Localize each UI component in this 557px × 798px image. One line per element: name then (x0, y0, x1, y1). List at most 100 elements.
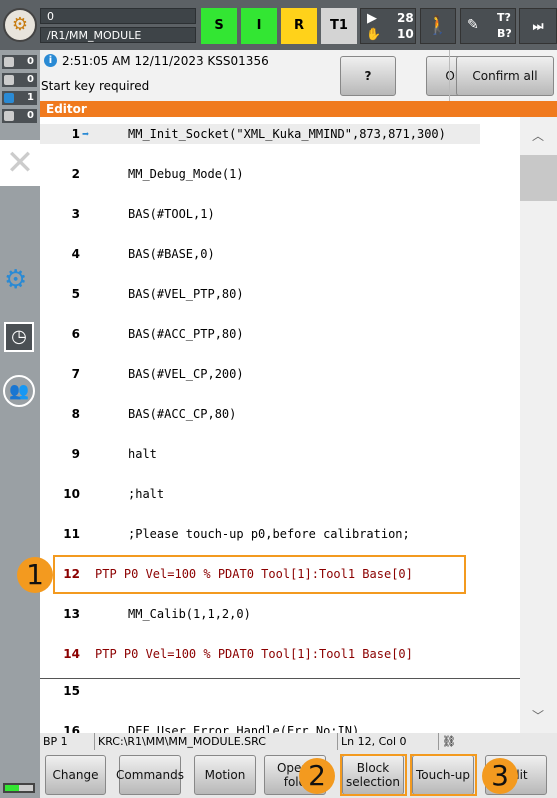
tool-value: T? (497, 11, 511, 24)
info-icon: i (44, 54, 57, 67)
code-line[interactable]: 9 halt (40, 444, 520, 464)
code-editor[interactable]: 1 ➡ MM_Init_Socket("XML_Kuka_MMIND",873,87… (40, 117, 520, 733)
code-line[interactable]: 13 MM_Calib(1,1,2,0) (40, 604, 520, 624)
gear-icon[interactable]: ⚙ (4, 265, 27, 295)
wait-icon (4, 111, 14, 121)
editor-title: Editor (40, 101, 557, 117)
divider (449, 50, 450, 101)
program-override: 28 (397, 11, 414, 25)
line-code: BAS(#VEL_PTP,80) (128, 287, 244, 301)
code-line[interactable]: 2 MM_Debug_Mode(1) (40, 164, 520, 184)
tool-base-button[interactable]: ✎ T? B? (460, 8, 516, 44)
annotation-marker-2: 2 (299, 758, 335, 794)
line-number: 1 (71, 127, 80, 141)
line-number: 9 (71, 447, 80, 461)
jog-hand-icon: ✋ (366, 27, 381, 41)
walking-person-icon[interactable]: 🚶 (420, 8, 456, 44)
code-line[interactable]: 3 BAS(#TOOL,1) (40, 204, 520, 224)
counter-warning[interactable]: 0 (2, 73, 37, 87)
line-number: 2 (71, 167, 80, 181)
fold-divider (40, 678, 520, 679)
robot-interpreter-status[interactable]: R (281, 8, 317, 44)
code-line[interactable]: 1 ➡ MM_Init_Socket("XML_Kuka_MMIND",873,87… (40, 124, 520, 144)
counter-ack[interactable]: 0 (2, 55, 37, 69)
line-code: MM_Init_Socket("XML_Kuka_MMIND",873,871,… (128, 127, 446, 141)
line-code: halt (128, 447, 157, 461)
link-icon: ⛓ (442, 735, 456, 748)
code-line[interactable]: 15 (40, 681, 520, 701)
line-code: BAS(#BASE,0) (128, 247, 215, 261)
line-number: 7 (71, 367, 80, 381)
code-line[interactable]: 14 PTP P0 Vel=100 % PDAT0 Tool[1]:Tool1 B… (40, 644, 520, 664)
code-line[interactable]: 7 BAS(#VEL_CP,200) (40, 364, 520, 384)
ack-icon (4, 57, 14, 67)
line-code: ;halt (128, 487, 165, 501)
drives-status[interactable]: I (241, 8, 277, 44)
override-button[interactable]: ▶ 28 ✋ 10 (360, 8, 416, 44)
line-code: MM_Calib(1,1,2,0) (128, 607, 251, 621)
line-number: 5 (71, 287, 80, 301)
clock-icon[interactable]: ◷ (4, 322, 34, 352)
code-line[interactable]: 6 BAS(#ACC_PTP,80) (40, 324, 520, 344)
confirm-all-button[interactable]: Confirm all (456, 56, 554, 96)
annotation-marker-3: 3 (482, 758, 518, 794)
line-number: 4 (71, 247, 80, 261)
file-path: KRC:\R1\MM\MM_MODULE.SRC (95, 733, 338, 750)
line-number: 3 (71, 207, 80, 221)
code-line[interactable]: 10 ;halt (40, 484, 520, 504)
line-code: BAS(#ACC_PTP,80) (128, 327, 244, 341)
robot-logo-icon[interactable]: ⚙ (3, 8, 37, 42)
jog-override: 10 (397, 27, 414, 41)
line-code: MM_Debug_Mode(1) (128, 167, 244, 181)
commands-button[interactable]: Commands (116, 755, 184, 795)
breakpoint: BP 1 (40, 733, 95, 750)
close-icon[interactable]: ✕ (0, 140, 40, 186)
code-line[interactable]: 16 DEF User_Error_Handle(Err_No:IN) (40, 721, 520, 733)
line-number: 10 (63, 487, 80, 501)
users-icon[interactable]: 👥 (3, 375, 35, 407)
line-number: 11 (63, 527, 80, 541)
counter-wait[interactable]: 0 (2, 109, 37, 123)
line-number: 8 (71, 407, 80, 421)
line-number: 13 (63, 607, 80, 621)
jog-mode-icon[interactable]: ⏭ (519, 8, 557, 44)
warning-icon (4, 75, 14, 85)
scroll-up-icon[interactable]: ︿ (532, 127, 544, 144)
info-icon (4, 93, 14, 103)
line-number: 6 (71, 327, 80, 341)
top-bar: ⚙ 0 /R1/MM_MODULE S I R T1 ▶ 28 ✋ 10 🚶 ✎… (0, 0, 557, 50)
code-line[interactable]: 5 BAS(#VEL_PTP,80) (40, 284, 520, 304)
program-pointer-arrow-icon: ➡ (82, 127, 90, 141)
change-button[interactable]: Change (45, 755, 106, 795)
left-sidebar: 0 0 1 0 ✕ ⚙ ◷ 👥 (0, 50, 40, 798)
help-button[interactable]: ? (340, 56, 396, 96)
program-pointer: 0 (40, 8, 196, 24)
battery-icon (3, 783, 35, 793)
play-icon: ▶ (367, 11, 377, 26)
counter-info[interactable]: 1 (2, 91, 37, 105)
operating-mode[interactable]: T1 (321, 8, 357, 44)
cursor-position: Ln 12, Col 0 (338, 733, 439, 750)
scroll-down-icon[interactable]: ﹀ (532, 707, 544, 724)
line-number: 14 (63, 647, 80, 661)
vertical-scrollbar[interactable]: ︿ ﹀ (520, 117, 557, 733)
code-line[interactable]: 8 BAS(#ACC_CP,80) (40, 404, 520, 424)
base-value: B? (497, 27, 512, 40)
tool-icon: ✎ (467, 17, 479, 33)
message-window: i 2:51:05 AM 12/11/2023 KSS01356 Start k… (40, 50, 557, 101)
annotation-box-block-selection (340, 754, 407, 796)
motion-button[interactable]: Motion (194, 755, 256, 795)
module-path: /R1/MM_MODULE (40, 27, 196, 43)
annotation-box-touch-up (410, 754, 477, 796)
line-number: 16 (63, 724, 80, 733)
line-code: BAS(#ACC_CP,80) (128, 407, 237, 421)
line-code: BAS(#VEL_CP,200) (128, 367, 244, 381)
line-code: BAS(#TOOL,1) (128, 207, 215, 221)
line-number: 15 (63, 684, 80, 698)
submit-status[interactable]: S (201, 8, 237, 44)
status-bar: BP 1 KRC:\R1\MM\MM_MODULE.SRC Ln 12, Col… (40, 733, 557, 750)
message-text: Start key required (41, 79, 150, 93)
scroll-thumb[interactable] (520, 155, 557, 201)
code-line[interactable]: 11 ;Please touch-up p0,before calibration… (40, 524, 520, 544)
code-line[interactable]: 4 BAS(#BASE,0) (40, 244, 520, 264)
